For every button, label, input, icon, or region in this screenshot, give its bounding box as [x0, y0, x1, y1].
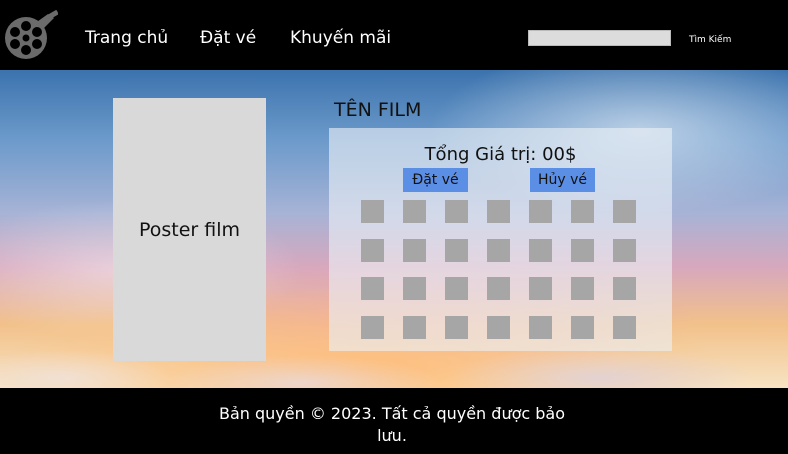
seat[interactable] [487, 200, 510, 223]
seat[interactable] [529, 238, 552, 262]
seat[interactable] [529, 315, 552, 339]
seat[interactable] [361, 277, 384, 300]
seat[interactable] [445, 238, 468, 262]
book-ticket-button[interactable]: Đặt vé [403, 168, 468, 192]
seat[interactable] [613, 277, 636, 300]
seat[interactable] [487, 277, 510, 300]
seat[interactable] [403, 277, 426, 300]
cancel-ticket-button[interactable]: Hủy vé [530, 168, 595, 192]
seat-grid [361, 200, 641, 340]
seat[interactable] [613, 315, 636, 339]
seat[interactable] [445, 315, 468, 339]
film-title: TÊN FILM [334, 99, 422, 121]
seat[interactable] [571, 277, 594, 300]
seat[interactable] [529, 200, 552, 223]
seat[interactable] [361, 315, 384, 339]
booking-panel: Tổng Giá trị: 00$ Đặt vé Hủy vé [329, 128, 672, 351]
header: Trang chủ Đặt vé Khuyến mãi Tìm Kiếm [0, 0, 788, 70]
main-content: Poster film TÊN FILM Tổng Giá trị: 00$ Đ… [0, 70, 788, 388]
seat[interactable] [403, 238, 426, 262]
seat[interactable] [529, 277, 552, 300]
seat[interactable] [613, 200, 636, 223]
poster-label: Poster film [138, 218, 241, 241]
movie-poster: Poster film [113, 98, 266, 361]
film-reel-logo-icon[interactable] [4, 9, 59, 60]
total-price: Tổng Giá trị: 00$ [424, 144, 577, 165]
search-input[interactable] [528, 30, 671, 46]
copyright-text: Bản quyền © 2023. Tất cả quyền được bảo … [219, 404, 565, 445]
seat[interactable] [487, 315, 510, 339]
seat[interactable] [445, 277, 468, 300]
nav-home[interactable]: Trang chủ [85, 27, 168, 49]
seat[interactable] [571, 315, 594, 339]
nav-promotions[interactable]: Khuyến mãi [290, 27, 391, 49]
seat[interactable] [361, 200, 384, 223]
search-button[interactable]: Tìm Kiếm [689, 34, 731, 46]
seat[interactable] [403, 315, 426, 339]
seat[interactable] [487, 238, 510, 262]
seat[interactable] [361, 238, 384, 262]
seat[interactable] [403, 200, 426, 223]
seat[interactable] [571, 238, 594, 262]
seat[interactable] [571, 200, 594, 223]
nav-booking[interactable]: Đặt vé [200, 27, 256, 49]
seat[interactable] [445, 200, 468, 223]
seat[interactable] [613, 238, 636, 262]
